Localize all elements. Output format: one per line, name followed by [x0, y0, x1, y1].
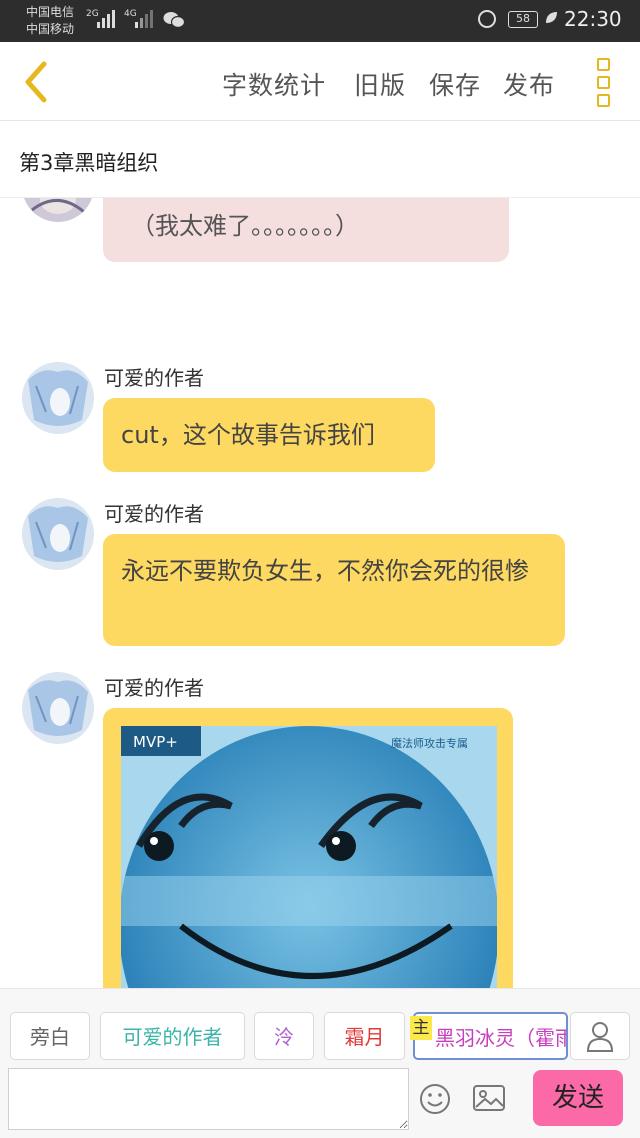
carrier-2: 中国移动 — [26, 22, 75, 36]
alarm-icon — [478, 10, 496, 28]
send-button[interactable]: 发送 — [533, 1070, 623, 1126]
message-input[interactable] — [8, 1068, 409, 1130]
message-bubble[interactable]: 永远不要欺负女生，不然你会死的很惨 — [103, 534, 565, 646]
person-icon — [586, 1022, 614, 1052]
character-chip-protagonist[interactable]: 黑羽冰灵（霍雨 — [413, 1012, 568, 1060]
chapter-title: 第3章黑暗组织 — [19, 151, 159, 175]
save-button[interactable]: 保存 — [429, 66, 481, 102]
editor-header: 字数统计 旧版 保存 发布 — [0, 42, 640, 121]
avatar[interactable] — [22, 362, 94, 434]
avatar[interactable] — [22, 198, 94, 222]
image-message-bubble[interactable]: MVP+ 魔法师攻击专属 — [103, 708, 513, 988]
carrier-labels: 中国电信 中国移动 — [26, 4, 74, 38]
avatar[interactable] — [22, 672, 94, 744]
status-bar: 中国电信 中国移动 2G 4G 58 22:30 — [0, 0, 640, 42]
avatar[interactable] — [22, 498, 94, 570]
protagonist-tag: 主 — [410, 1016, 432, 1040]
smiley-icon[interactable] — [418, 1082, 452, 1116]
old-version-button[interactable]: 旧版 — [354, 66, 406, 102]
chapter-title-bar[interactable]: 第3章黑暗组织 — [0, 121, 640, 198]
character-chip-leng[interactable]: 泠 — [254, 1012, 314, 1060]
character-chip-shuangyue[interactable]: 霜月 — [324, 1012, 405, 1060]
wechat-icon — [163, 12, 185, 29]
message-bubble[interactable]: （我太难了。。。。。。。） — [103, 198, 509, 262]
clock: 22:30 — [564, 7, 622, 31]
message-bubble[interactable]: cut，这个故事告诉我们 — [103, 398, 435, 472]
composer: 发送 — [0, 1066, 640, 1138]
character-chip-narration[interactable]: 旁白 — [10, 1012, 90, 1060]
word-count-button[interactable]: 字数统计 — [222, 66, 326, 102]
add-character-button[interactable] — [570, 1012, 630, 1060]
image-icon[interactable] — [472, 1083, 506, 1113]
battery-icon: 58 — [508, 11, 538, 28]
image-badge: MVP+ — [133, 733, 178, 751]
chevron-left-icon[interactable] — [18, 58, 54, 106]
speaker-name: 可爱的作者 — [104, 366, 204, 390]
carrier-1: 中国电信 — [26, 5, 75, 19]
meme-image[interactable]: MVP+ 魔法师攻击专属 — [121, 726, 497, 988]
speaker-name: 可爱的作者 — [104, 676, 204, 700]
publish-button[interactable]: 发布 — [503, 66, 555, 102]
image-caption: 魔法师攻击专属 — [391, 736, 468, 750]
leaf-icon — [546, 12, 557, 23]
more-vertical-icon[interactable] — [592, 56, 616, 108]
speaker-name: 可爱的作者 — [104, 502, 204, 526]
character-chip-author[interactable]: 可爱的作者 — [100, 1012, 245, 1060]
chat-list[interactable]: （我太难了。。。。。。。） 可爱的作者 cut，这个故事告诉我们 可爱的作者 永… — [0, 198, 640, 988]
